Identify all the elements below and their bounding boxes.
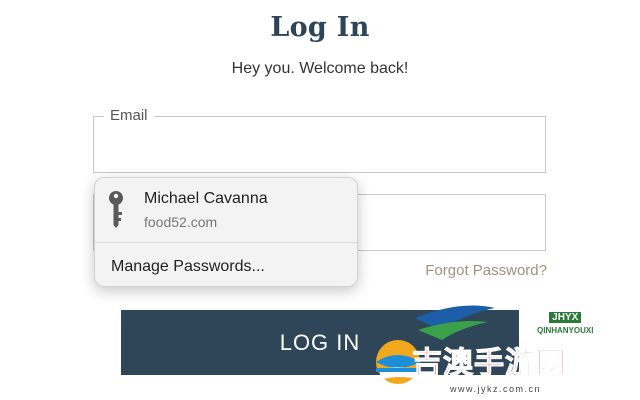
credential-name: Michael Cavanna <box>144 190 268 207</box>
watermark-brand-name: QINHANYOUXI <box>537 326 594 335</box>
email-label: Email <box>104 107 154 124</box>
watermark-url: www.jykz.com.cn <box>450 384 542 394</box>
manage-passwords-item[interactable]: Manage Passwords... <box>111 258 265 276</box>
password-autofill-popup: Michael Cavanna food52.com Manage Passwo… <box>94 177 358 287</box>
watermark-brand: JHYX QINHANYOUXI <box>537 312 593 335</box>
saved-credential-item[interactable]: Michael Cavanna food52.com <box>95 178 357 242</box>
key-icon <box>109 191 123 228</box>
page-title: Log In <box>270 12 370 43</box>
email-input[interactable] <box>94 117 545 172</box>
forgot-password-link[interactable]: Forgot Password? <box>425 262 547 279</box>
page-subtitle: Hey you. Welcome back! <box>231 60 409 77</box>
credential-site: food52.com <box>144 214 218 230</box>
popup-divider <box>95 242 357 243</box>
login-page: Log In Hey you. Welcome back! Email Forg… <box>0 0 640 400</box>
watermark-text: 吉澳手游网 <box>412 347 567 381</box>
watermark-brand-code: JHYX <box>549 312 582 323</box>
email-field-container: Email <box>93 107 546 173</box>
